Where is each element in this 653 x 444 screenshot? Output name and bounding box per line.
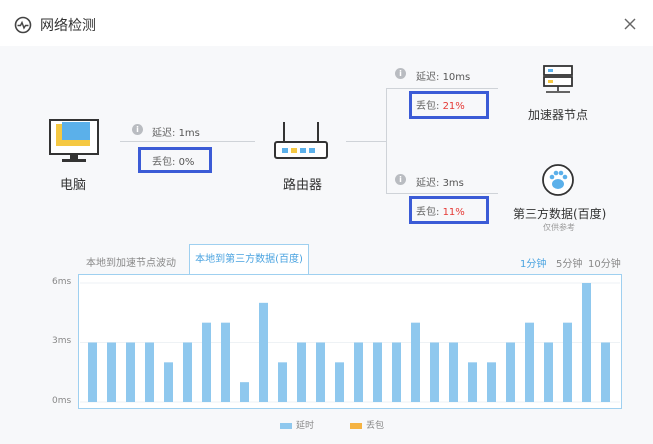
latency-bar bbox=[164, 362, 173, 402]
latency-bar bbox=[354, 342, 363, 402]
latency-bar bbox=[411, 322, 420, 402]
latency-chart bbox=[80, 282, 620, 403]
latency-bar bbox=[240, 382, 249, 402]
latency-bar bbox=[183, 342, 192, 402]
latency-bar bbox=[202, 322, 211, 402]
latency-bar bbox=[449, 342, 458, 402]
latency-bar bbox=[107, 342, 116, 402]
latency-bar bbox=[145, 342, 154, 402]
latency-bar bbox=[525, 322, 534, 402]
latency-bar bbox=[335, 362, 344, 402]
latency-bar bbox=[392, 342, 401, 402]
latency-bar bbox=[278, 362, 287, 402]
latency-bar bbox=[563, 322, 572, 402]
latency-bar bbox=[316, 342, 325, 402]
legend-swatch bbox=[280, 422, 292, 429]
latency-bar bbox=[297, 342, 306, 402]
legend-loss: 丢包 bbox=[350, 418, 384, 431]
latency-bar bbox=[468, 362, 477, 402]
latency-bar bbox=[582, 283, 591, 402]
latency-bar bbox=[506, 342, 515, 402]
latency-bar bbox=[259, 302, 268, 402]
latency-bar bbox=[430, 342, 439, 402]
legend-swatch bbox=[350, 422, 362, 429]
latency-bar bbox=[221, 322, 230, 402]
legend-latency: 延时 bbox=[280, 418, 314, 431]
latency-bar bbox=[601, 342, 610, 402]
latency-bar bbox=[487, 362, 496, 402]
latency-bar bbox=[126, 342, 135, 402]
latency-bar bbox=[373, 342, 382, 402]
latency-bar bbox=[544, 342, 553, 402]
latency-bar bbox=[88, 342, 97, 402]
